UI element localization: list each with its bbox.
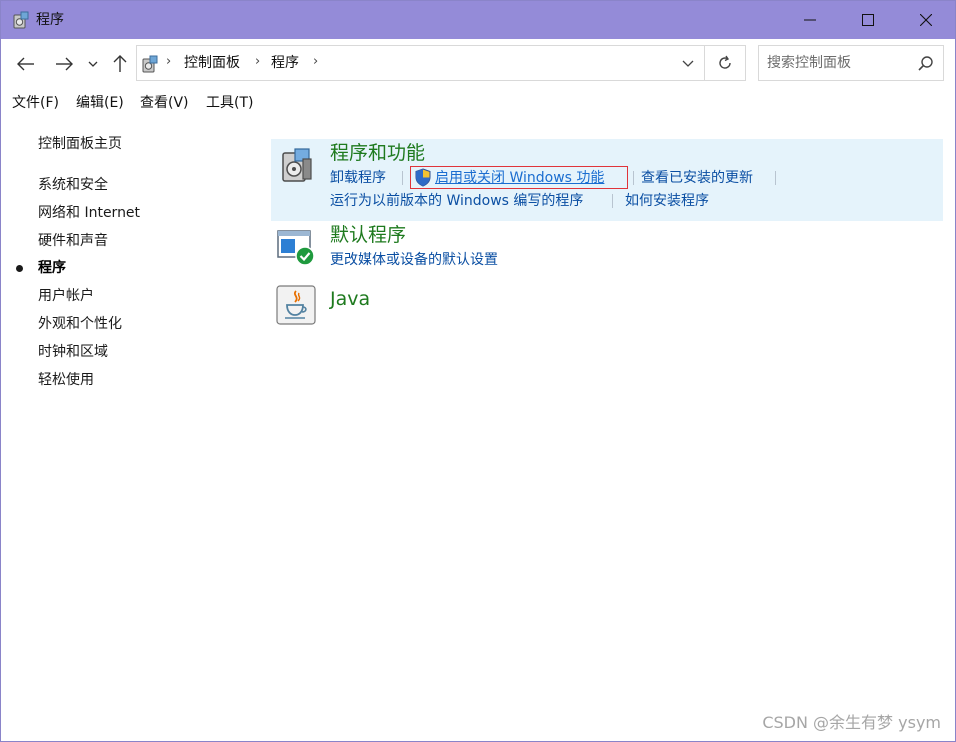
back-arrow-icon	[17, 57, 34, 71]
chevron-down-icon	[88, 61, 98, 67]
java-icon[interactable]	[276, 285, 316, 325]
minimize-icon	[804, 19, 816, 21]
menu-edit[interactable]: 编辑(E)	[76, 94, 124, 112]
category-title-programs-features[interactable]: 程序和功能	[330, 141, 425, 165]
refresh-icon	[719, 55, 731, 69]
sidebar-home-link[interactable]: 控制面板主页	[38, 135, 122, 153]
maximize-button[interactable]	[839, 1, 897, 39]
window-title: 程序	[36, 12, 64, 28]
link-change-media-defaults[interactable]: 更改媒体或设备的默认设置	[330, 251, 498, 269]
uac-shield-icon	[415, 168, 431, 187]
control-panel-icon	[142, 55, 158, 73]
link-separator	[775, 171, 776, 185]
refresh-button[interactable]	[705, 46, 745, 80]
sidebar-item-hardware-sound[interactable]: 硬件和声音	[38, 232, 108, 250]
close-button[interactable]	[897, 1, 955, 39]
forward-arrow-icon	[56, 57, 73, 71]
chevron-right-icon[interactable]: ›	[166, 54, 171, 69]
link-separator	[633, 171, 634, 185]
up-button[interactable]	[108, 53, 132, 75]
control-panel-window: 程序 › 控制面板 › 程序 › 搜索控制面板 文件(F) 编辑(E) 查看(V…	[0, 0, 956, 742]
up-arrow-icon	[113, 55, 127, 72]
default-programs-icon[interactable]	[276, 227, 316, 267]
category-title-default-programs[interactable]: 默认程序	[330, 223, 406, 247]
maximize-icon	[862, 14, 874, 26]
sidebar-item-clock-region[interactable]: 时钟和区域	[38, 343, 108, 361]
programs-features-icon[interactable]	[277, 145, 317, 185]
recent-locations-button[interactable]	[85, 53, 101, 75]
search-box[interactable]	[758, 45, 944, 81]
search-icon[interactable]	[917, 55, 935, 73]
control-panel-icon	[13, 11, 29, 29]
menu-file[interactable]: 文件(F)	[12, 94, 59, 112]
active-bullet-icon	[16, 265, 23, 272]
link-run-older-programs[interactable]: 运行为以前版本的 Windows 编写的程序	[330, 192, 583, 210]
back-button[interactable]	[14, 53, 38, 75]
breadcrumb-control-panel[interactable]: 控制面板	[184, 54, 240, 72]
link-how-to-install[interactable]: 如何安装程序	[625, 192, 709, 210]
breadcrumb-programs[interactable]: 程序	[271, 54, 299, 72]
sidebar-item-ease-of-access[interactable]: 轻松使用	[38, 371, 94, 389]
link-separator	[402, 171, 403, 185]
address-row: › 控制面板 › 程序 ›	[1, 39, 955, 89]
link-turn-windows-features[interactable]: 启用或关闭 Windows 功能	[435, 169, 604, 187]
link-uninstall-program[interactable]: 卸载程序	[330, 169, 386, 187]
chevron-right-icon[interactable]: ›	[255, 54, 260, 69]
sidebar-item-appearance[interactable]: 外观和个性化	[38, 315, 122, 333]
link-view-installed-updates[interactable]: 查看已安装的更新	[641, 169, 753, 187]
sidebar-item-programs[interactable]: 程序	[38, 259, 66, 277]
minimize-button[interactable]	[781, 1, 839, 39]
sidebar-item-system-security[interactable]: 系统和安全	[38, 176, 108, 194]
chevron-right-icon[interactable]: ›	[313, 54, 318, 69]
title-bar[interactable]: 程序	[1, 1, 955, 39]
menu-bar: 文件(F) 编辑(E) 查看(V) 工具(T)	[1, 91, 955, 115]
address-bar[interactable]: › 控制面板 › 程序 ›	[136, 45, 746, 81]
search-input[interactable]	[767, 54, 907, 72]
category-title-java[interactable]: Java	[330, 287, 370, 311]
close-icon	[920, 14, 932, 26]
sidebar-item-user-accounts[interactable]: 用户帐户	[38, 287, 94, 305]
address-dropdown-button[interactable]	[673, 46, 703, 80]
link-separator	[612, 194, 613, 208]
menu-tools[interactable]: 工具(T)	[206, 94, 253, 112]
menu-view[interactable]: 查看(V)	[140, 94, 189, 112]
chevron-down-icon	[682, 60, 694, 67]
watermark: CSDN @余生有梦 ysym	[762, 713, 941, 732]
forward-button[interactable]	[52, 53, 76, 75]
sidebar-item-network-internet[interactable]: 网络和 Internet	[38, 204, 140, 222]
